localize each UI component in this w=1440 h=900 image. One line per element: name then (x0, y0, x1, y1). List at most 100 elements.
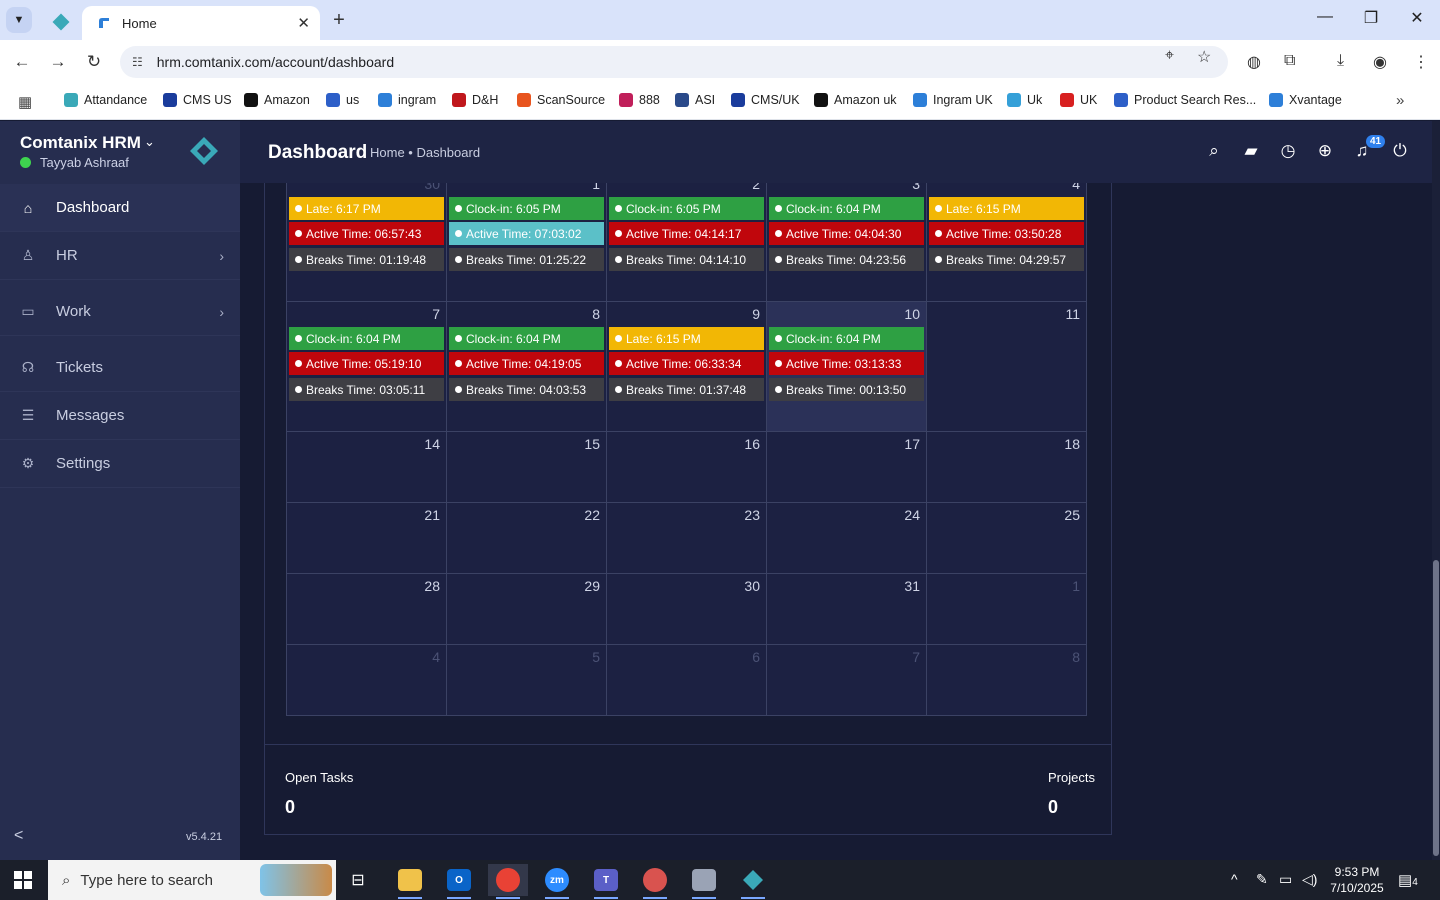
calendar-day[interactable]: 30 Late: 6:17 PM Active Time: 06:57:43 Brea… (286, 183, 447, 302)
search-icon[interactable]: ⌕ (1204, 141, 1224, 161)
attendance-event[interactable]: Clock-in: 6:04 PM (449, 327, 604, 350)
site-info-icon[interactable]: ☷ (132, 55, 143, 69)
brand-name[interactable]: Comtanix HRM (20, 133, 141, 153)
calendar-day[interactable]: 1 Clock-in: 6:05 PM Active Time: 07:03:02 B… (446, 183, 607, 302)
forward-icon[interactable]: → (47, 51, 69, 73)
power-icon[interactable]: ⏻ (1390, 141, 1410, 161)
attendance-event[interactable]: Active Time: 07:03:02 (449, 222, 604, 245)
teams-icon[interactable]: T (586, 864, 626, 899)
minimize-icon[interactable]: — (1313, 8, 1337, 26)
bookmark-item[interactable]: ScanSource (517, 93, 605, 107)
profile-icon[interactable]: ◉ (1373, 52, 1387, 72)
attendance-event[interactable]: Late: 6:15 PM (929, 197, 1084, 220)
calendar-day[interactable]: 4 (286, 644, 447, 716)
calendar-day[interactable]: 18 (926, 431, 1087, 503)
pinned-tab[interactable] (44, 4, 78, 40)
location-icon[interactable]: ⌖ (1165, 47, 1174, 65)
bookmark-item[interactable]: Amazon uk (814, 93, 897, 107)
bookmark-item[interactable]: Product Search Res... (1114, 93, 1256, 107)
attendance-event[interactable]: Late: 6:15 PM (609, 327, 764, 350)
attendance-event[interactable]: Clock-in: 6:05 PM (609, 197, 764, 220)
network-icon[interactable]: ▭ (1279, 871, 1292, 888)
task-view-icon[interactable]: ⊟ (338, 864, 378, 896)
calendar-day[interactable]: 17 (766, 431, 927, 503)
attendance-event[interactable]: Breaks Time: 04:23:56 (769, 248, 924, 271)
bookmark-item[interactable]: ingram (378, 93, 436, 107)
sidebar-item-work[interactable]: ▭ Work › (0, 288, 240, 336)
hrm-app-icon[interactable] (733, 864, 773, 899)
sidebar-item-settings[interactable]: ⚙ Settings (0, 440, 240, 488)
bookmark-item[interactable]: 888 (619, 93, 660, 107)
calendar-day[interactable]: 7 Clock-in: 6:04 PM Active Time: 05:19:10 B… (286, 301, 447, 432)
calendar-day[interactable]: 28 (286, 573, 447, 645)
calendar-day[interactable]: 24 (766, 502, 927, 574)
file-explorer-icon[interactable] (390, 864, 430, 899)
reload-icon[interactable]: ↻ (83, 51, 105, 73)
calendar-day[interactable]: 5 (446, 644, 607, 716)
sidebar-item-messages[interactable]: ☰ Messages (0, 392, 240, 440)
chrome-icon[interactable] (488, 864, 528, 899)
apps-grid-icon[interactable]: ▦ (18, 93, 32, 111)
bookmark-item[interactable]: Attandance (64, 93, 147, 107)
attendance-event[interactable]: Breaks Time: 04:29:57 (929, 248, 1084, 271)
url-input[interactable]: ☷ hrm.comtanix.com/account/dashboard (120, 46, 1228, 78)
taskbar-search-input[interactable]: ⌕ Type here to search (48, 860, 336, 900)
sidebar-item-hr[interactable]: ♙ HR › (0, 232, 240, 280)
bookmark-item[interactable]: D&H (452, 93, 498, 107)
calendar-day[interactable]: 10 Clock-in: 6:04 PM Active Time: 03:13:33… (766, 301, 927, 432)
attendance-event[interactable]: Breaks Time: 01:25:22 (449, 248, 604, 271)
download-icon[interactable]: ⤓ (1337, 52, 1344, 70)
attendance-event[interactable]: Active Time: 04:04:30 (769, 222, 924, 245)
bookmark-item[interactable]: ASI (675, 93, 715, 107)
calendar-day[interactable]: 29 (446, 573, 607, 645)
extensions-icon[interactable]: ⧉ (1284, 52, 1295, 70)
star-icon[interactable]: ☆ (1197, 47, 1211, 67)
notes-icon[interactable]: ▰ (1241, 141, 1261, 161)
attendance-event[interactable]: Active Time: 05:19:10 (289, 352, 444, 375)
notifications-icon[interactable]: ▤4 (1398, 871, 1418, 889)
calendar-day[interactable]: 1 (926, 573, 1087, 645)
more-menu-icon[interactable]: ⋮ (1413, 52, 1429, 72)
breadcrumb[interactable]: Home • Dashboard (370, 145, 480, 160)
calendar-day[interactable]: 23 (606, 502, 767, 574)
attendance-event[interactable]: Breaks Time: 04:14:10 (609, 248, 764, 271)
attendance-event[interactable]: Active Time: 04:19:05 (449, 352, 604, 375)
outlook-icon[interactable]: O (439, 864, 479, 899)
bookmark-item[interactable]: us (326, 93, 359, 107)
attendance-event[interactable]: Breaks Time: 03:05:11 (289, 378, 444, 401)
calendar-day[interactable]: 15 (446, 431, 607, 503)
bookmark-item[interactable]: Ingram UK (913, 93, 993, 107)
translate-icon[interactable]: ◍ (1247, 52, 1261, 72)
attendance-event[interactable]: Active Time: 06:33:34 (609, 352, 764, 375)
attendance-event[interactable]: Breaks Time: 00:13:50 (769, 378, 924, 401)
app-icon[interactable] (635, 864, 675, 899)
volume-icon[interactable]: ◁) (1302, 871, 1317, 888)
calendar-day[interactable]: 4 Late: 6:15 PM Active Time: 03:50:28 Break… (926, 183, 1087, 302)
attendance-event[interactable]: Breaks Time: 01:37:48 (609, 378, 764, 401)
restore-icon[interactable]: ❐ (1359, 8, 1383, 28)
close-tab-icon[interactable]: ✕ (297, 14, 310, 32)
add-icon[interactable]: ⊕ (1315, 141, 1335, 161)
bookmark-item[interactable]: CMS/UK (731, 93, 800, 107)
attendance-event[interactable]: Breaks Time: 04:03:53 (449, 378, 604, 401)
back-icon[interactable]: ← (11, 51, 33, 73)
bookmark-item[interactable]: Xvantage (1269, 93, 1342, 107)
attendance-event[interactable]: Late: 6:17 PM (289, 197, 444, 220)
attendance-event[interactable]: Active Time: 03:13:33 (769, 352, 924, 375)
more-bookmarks-icon[interactable]: » (1396, 92, 1404, 109)
attendance-event[interactable]: Clock-in: 6:05 PM (449, 197, 604, 220)
clock-icon[interactable]: ◷ (1278, 141, 1298, 161)
attendance-event[interactable]: Clock-in: 6:04 PM (769, 197, 924, 220)
tab-search-button[interactable]: ▼ (6, 7, 32, 33)
calendar-day[interactable]: 11 (926, 301, 1087, 432)
attendance-event[interactable]: Active Time: 03:50:28 (929, 222, 1084, 245)
scrollbar-thumb[interactable] (1433, 560, 1439, 856)
calendar-day[interactable]: 8 Clock-in: 6:04 PM Active Time: 04:19:05 B… (446, 301, 607, 432)
calendar-day[interactable]: 14 (286, 431, 447, 503)
bookmark-item[interactable]: UK (1060, 93, 1097, 107)
calendar-day[interactable]: 22 (446, 502, 607, 574)
sidebar-item-dashboard[interactable]: ⌂ Dashboard (0, 184, 240, 232)
calendar-day[interactable]: 8 (926, 644, 1087, 716)
attendance-event[interactable]: Clock-in: 6:04 PM (289, 327, 444, 350)
attendance-event[interactable]: Clock-in: 6:04 PM (769, 327, 924, 350)
